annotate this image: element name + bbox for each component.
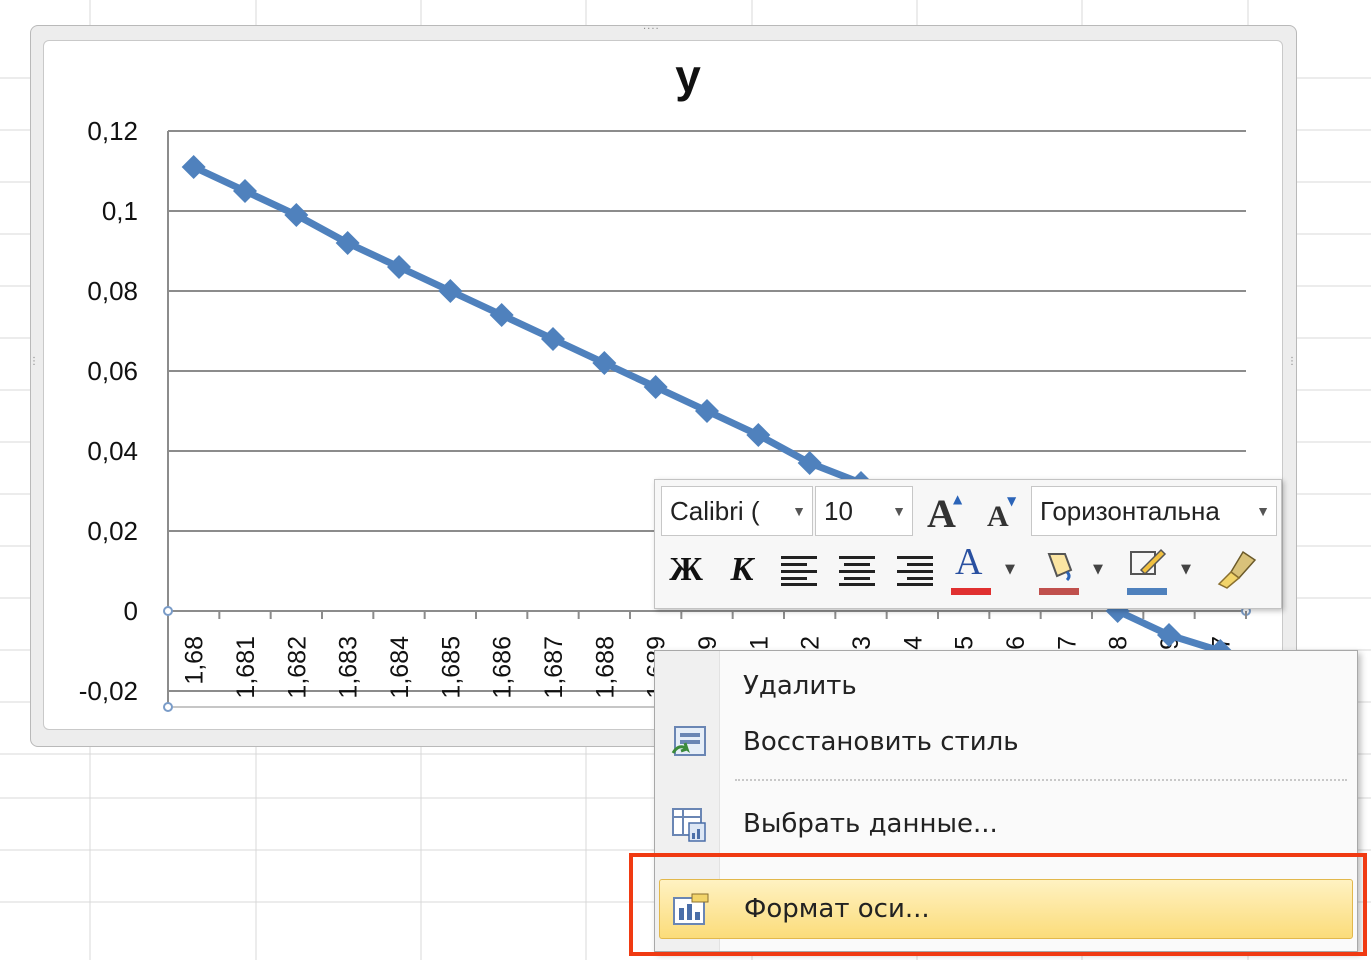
y-tick-label: -0,02: [79, 676, 138, 706]
y-tick-label: 0,12: [87, 116, 138, 146]
grow-font-icon: A: [927, 491, 956, 536]
line-color-swatch: [1127, 588, 1167, 595]
data-point-marker: [387, 255, 411, 279]
x-tick-label: 1,688: [591, 636, 619, 699]
y-tick-label: 0,06: [87, 356, 138, 386]
arrow-down-icon: ▼: [1007, 494, 1017, 508]
x-tick-label: 1,685: [437, 636, 465, 699]
shrink-font-button[interactable]: A ▼: [981, 494, 1021, 534]
reset-style-icon: [671, 726, 706, 756]
grow-font-button[interactable]: A ▲: [923, 490, 967, 536]
align-right-button[interactable]: [893, 544, 937, 596]
x-tick-label: 1,681: [232, 636, 260, 699]
x-tick-label: 1,686: [489, 636, 517, 699]
x-tick-label: 1,687: [540, 636, 568, 699]
x-tick-label: 5: [951, 636, 979, 650]
data-point-marker: [695, 399, 719, 423]
x-tick-label: 8: [1105, 636, 1133, 650]
format-painter-icon: [1217, 550, 1257, 589]
data-point-marker: [643, 375, 668, 399]
align-right-icon: [897, 556, 933, 586]
data-point-marker: [489, 303, 514, 327]
menu-item-reset-style[interactable]: Восстановить стиль: [659, 713, 1351, 771]
chevron-down-icon[interactable]: ▼: [1005, 544, 1015, 596]
chevron-down-icon[interactable]: ▼: [1256, 487, 1270, 535]
shrink-font-icon: A: [987, 500, 1009, 533]
font-name-value: Calibri (: [670, 496, 760, 526]
chevron-down-icon[interactable]: ▼: [1181, 544, 1191, 596]
align-left-icon: [781, 556, 817, 586]
mini-toolbar: Calibri ( ▼ 10 ▼ A ▲ A ▼ Горизонтальна ▼…: [654, 479, 1282, 609]
y-tick-label: 0,08: [87, 276, 138, 306]
line-color-button[interactable]: [1125, 544, 1169, 596]
align-center-button[interactable]: [835, 544, 879, 596]
align-center-icon: [839, 556, 875, 586]
x-tick-label: 6: [1002, 636, 1030, 650]
x-tick-label: 2: [797, 636, 825, 650]
y-tick-label: 0,1: [102, 196, 138, 226]
axis-selection-handle: [163, 702, 173, 712]
bold-button[interactable]: Ж: [663, 544, 709, 596]
font-color-swatch: [951, 588, 991, 595]
menu-item-delete[interactable]: Удалить: [659, 657, 1351, 715]
highlight-box: [629, 853, 1367, 956]
chart-element-value: Горизонтальна: [1040, 496, 1220, 526]
font-size-value: 10: [824, 496, 853, 526]
x-tick-label: 1,684: [386, 636, 414, 699]
fill-color-swatch: [1039, 588, 1079, 595]
data-point-marker: [438, 279, 463, 303]
pencil-outline-icon: [1130, 548, 1167, 576]
format-painter-button[interactable]: [1211, 544, 1263, 596]
italic-button[interactable]: К: [719, 544, 765, 596]
data-point-marker: [181, 155, 206, 179]
x-tick-label: 9: [694, 636, 722, 650]
x-tick-label: 1,683: [335, 636, 363, 699]
chart-element-select[interactable]: Горизонтальна ▼: [1031, 486, 1277, 536]
arrow-up-icon: ▲: [953, 492, 963, 506]
menu-separator: [735, 779, 1347, 781]
chart-title[interactable]: y: [675, 50, 701, 102]
y-tick-label: 0,02: [87, 516, 138, 546]
menu-item-reset-style-label: Восстановить стиль: [743, 727, 1019, 757]
menu-item-select-data[interactable]: Выбрать данные...: [659, 795, 1351, 853]
menu-item-select-data-label: Выбрать данные...: [743, 809, 998, 839]
y-tick-label: 0: [124, 596, 138, 626]
fill-color-button[interactable]: [1037, 544, 1081, 596]
font-color-icon: A: [955, 541, 983, 583]
y-tick-label: 0,04: [87, 436, 138, 466]
data-point-marker: [233, 179, 257, 203]
paint-bucket-icon: [1047, 553, 1073, 582]
select-data-icon: [672, 808, 706, 842]
x-tick-label: 1: [745, 636, 773, 650]
x-tick-label: 7: [1053, 636, 1081, 650]
font-size-box[interactable]: 10 ▼: [815, 486, 913, 536]
menu-item-delete-label: Удалить: [743, 671, 857, 701]
data-point-marker: [541, 327, 565, 351]
font-name-box[interactable]: Calibri ( ▼: [661, 486, 813, 536]
axis-selection-handle: [163, 606, 173, 616]
x-tick-label: 1,68: [181, 636, 209, 685]
font-color-button[interactable]: A: [949, 541, 993, 596]
chevron-down-icon[interactable]: ▼: [792, 487, 806, 535]
align-left-button[interactable]: [777, 544, 821, 596]
chevron-down-icon[interactable]: ▼: [892, 487, 906, 535]
chevron-down-icon[interactable]: ▼: [1093, 544, 1103, 596]
y-axis: 0,12 0,1 0,08 0,06 0,04 0,02 0 -0,02: [79, 116, 169, 707]
x-tick-label: 4: [899, 636, 927, 650]
x-tick-label: 1,682: [283, 636, 311, 699]
x-tick-label: 3: [848, 636, 876, 650]
